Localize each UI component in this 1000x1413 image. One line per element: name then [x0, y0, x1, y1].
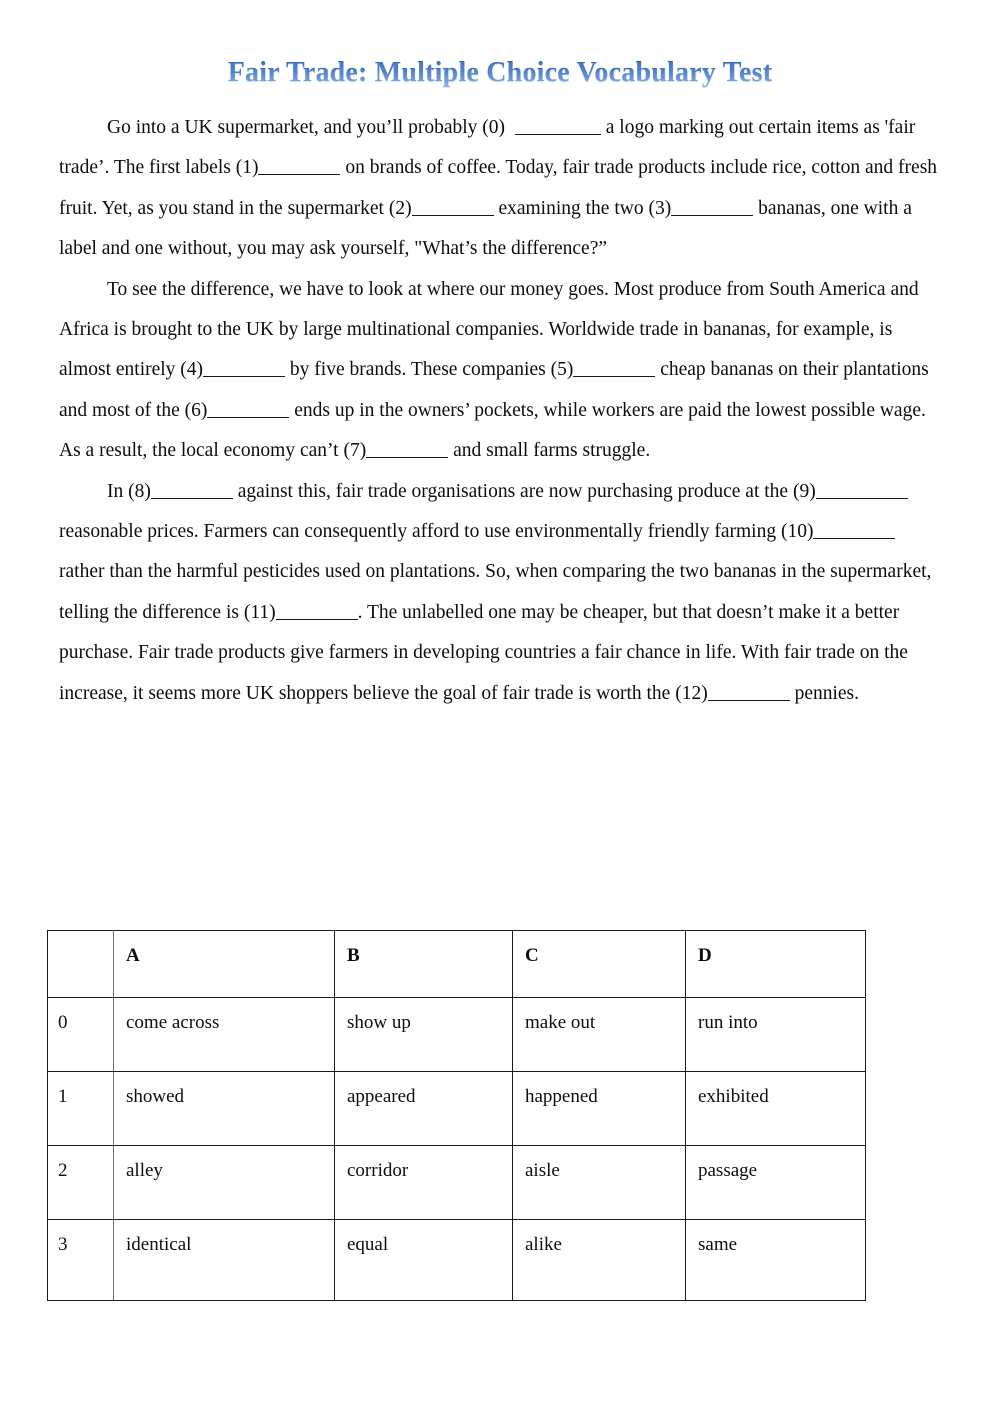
option-c[interactable]: alike: [512, 1219, 686, 1301]
table-header: A B C D: [47, 930, 866, 998]
option-c[interactable]: make out: [512, 997, 686, 1072]
passage-text: reasonable prices. Farmers can consequen…: [59, 521, 814, 543]
table-header-row: A B C D: [47, 930, 866, 998]
gap-blank-3[interactable]: [671, 198, 754, 216]
option-d[interactable]: passage: [685, 1145, 866, 1220]
option-b[interactable]: corridor: [334, 1145, 513, 1220]
passage-text: Go into a UK supermarket, and you’ll pro…: [107, 117, 510, 138]
option-c[interactable]: happened: [512, 1071, 686, 1146]
option-b[interactable]: appeared: [334, 1071, 513, 1146]
gap-blank-11[interactable]: [275, 602, 358, 620]
table-row: 2 alley corridor aisle passage: [47, 1145, 866, 1220]
header-cell-a: A: [113, 930, 335, 998]
passage-text: against this, fair trade organisations a…: [232, 480, 816, 502]
gap-blank-5[interactable]: [573, 359, 656, 378]
passage-text: by five brands. These companies (5): [285, 359, 574, 381]
passage-text: and small farms struggle.: [448, 440, 651, 462]
page-title: Fair Trade: Multiple Choice Vocabulary T…: [227, 57, 773, 88]
answer-options-table: A B C D 0 come across show up make out run i…: [47, 930, 866, 1301]
gap-blank-10[interactable]: [813, 521, 896, 540]
option-a[interactable]: identical: [113, 1219, 335, 1301]
passage-paragraph: In (8) against this, fair trade organisa…: [59, 472, 943, 714]
gap-blank-4[interactable]: [203, 359, 286, 378]
gap-blank-1[interactable]: [258, 157, 341, 176]
table-row: 0 come across show up make out run into: [47, 997, 866, 1072]
gap-blank-12[interactable]: [707, 683, 790, 701]
passage-paragraph: Go into a UK supermarket, and you’ll pro…: [59, 108, 943, 270]
row-number: 0: [47, 997, 114, 1072]
table-body: 0 come across show up make out run into 1 show…: [47, 997, 866, 1301]
option-d[interactable]: same: [685, 1219, 866, 1301]
option-d[interactable]: exhibited: [685, 1071, 866, 1146]
option-a[interactable]: come across: [113, 997, 335, 1072]
passage-paragraph: To see the difference, we have to look a…: [59, 270, 943, 472]
page-title-container: Fair Trade: Multiple Choice Vocabulary T…: [0, 57, 1000, 89]
row-number: 1: [47, 1071, 114, 1146]
option-d[interactable]: run into: [685, 997, 866, 1072]
gap-blank-2[interactable]: [411, 198, 494, 216]
option-b[interactable]: equal: [334, 1219, 513, 1301]
gap-blank-9[interactable]: [815, 481, 908, 499]
worksheet-page: Fair Trade: Multiple Choice Vocabulary T…: [0, 0, 1000, 1413]
row-number: 2: [47, 1145, 114, 1220]
passage-text: In (8): [107, 480, 151, 502]
gap-blank-8[interactable]: [150, 481, 233, 499]
header-cell-c: C: [512, 930, 686, 998]
passage-body: Go into a UK supermarket, and you’ll pro…: [59, 108, 943, 714]
option-a[interactable]: alley: [113, 1145, 335, 1220]
table-row: 1 showed appeared happened exhibited: [47, 1071, 866, 1146]
table-row: 3 identical equal alike same: [47, 1219, 866, 1301]
header-cell-b: B: [334, 930, 513, 998]
passage-text: pennies.: [789, 682, 860, 704]
header-cell-number: [47, 930, 114, 998]
gap-blank-0[interactable]: [514, 117, 601, 135]
row-number: 3: [47, 1219, 114, 1301]
gap-blank-7[interactable]: [366, 440, 449, 459]
option-c[interactable]: aisle: [512, 1145, 686, 1220]
option-a[interactable]: showed: [113, 1071, 335, 1146]
gap-blank-6[interactable]: [207, 400, 290, 418]
option-b[interactable]: show up: [334, 997, 513, 1072]
passage-text: examining the two (3): [493, 197, 672, 219]
header-cell-d: D: [685, 930, 866, 998]
